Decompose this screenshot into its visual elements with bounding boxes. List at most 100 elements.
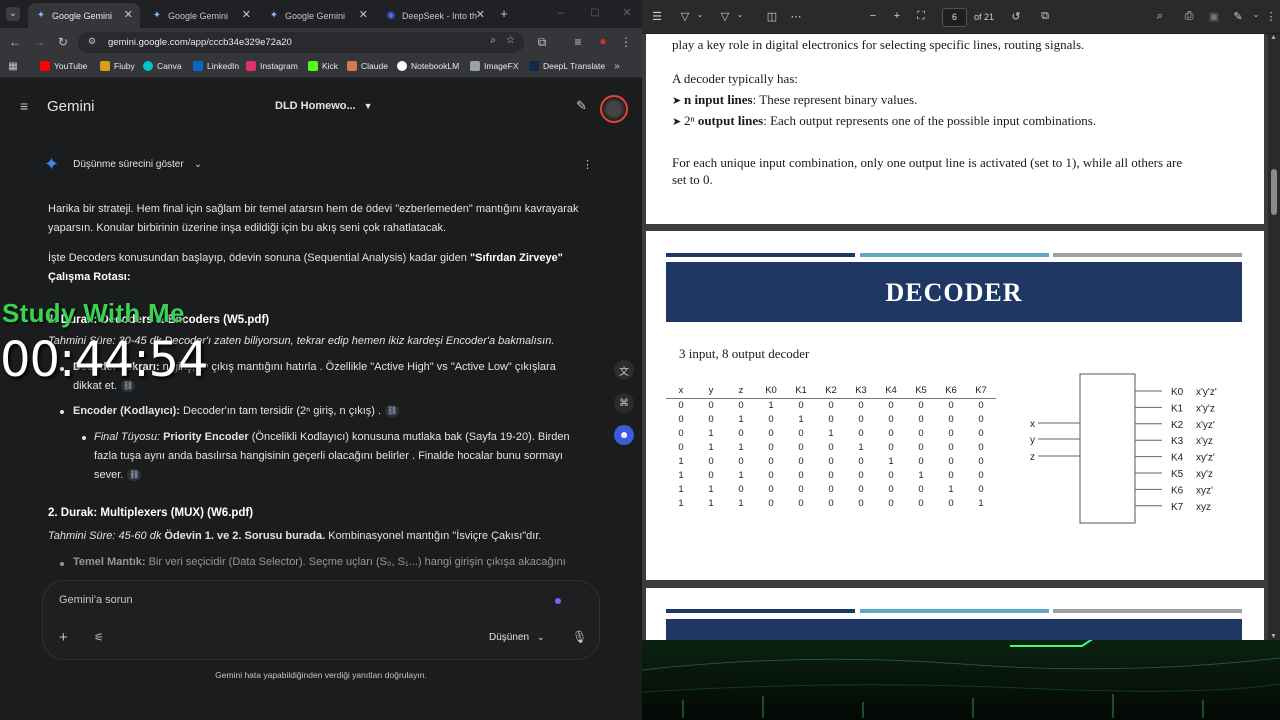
- source-link-icon[interactable]: ⛓: [127, 469, 142, 482]
- bookmark-fiuby[interactable]: Fiuby: [100, 61, 135, 71]
- show-thinking-toggle[interactable]: ✦ Düşünme sürecini göster ⌄: [44, 154, 202, 174]
- bullet-prefix: 2ⁿ: [683, 113, 698, 128]
- output-label: K2: [1171, 420, 1184, 431]
- tab-gemini-1[interactable]: ✦ Google Gemini ✕: [28, 3, 140, 28]
- microphone-icon[interactable]: 🎙: [572, 630, 587, 644]
- stop1-final-tip: Final Tüyosu: Priority Encoder (Öncelikl…: [94, 428, 574, 485]
- contents-icon[interactable]: ☰: [650, 10, 664, 23]
- chevron-down-icon: ▼: [363, 101, 373, 111]
- close-tab-icon[interactable]: ✕: [242, 8, 251, 21]
- bookmark-star-icon[interactable]: ☆: [506, 35, 515, 46]
- url-text: gemini.google.com/app/cccb34e329e72a20: [108, 37, 292, 48]
- edit-icon[interactable]: ✎: [1231, 10, 1245, 23]
- tab-title: DeepSeek - Into th: [402, 10, 478, 21]
- more-options-icon[interactable]: ⋮: [582, 158, 593, 171]
- highlight-icon[interactable]: ▽: [678, 10, 692, 23]
- output-label: K4: [1171, 453, 1184, 464]
- instagram-icon: [246, 61, 256, 71]
- apps-grid-icon[interactable]: ▦: [6, 60, 20, 74]
- zoom-in-icon[interactable]: +: [890, 10, 904, 22]
- page-number-input[interactable]: 6: [942, 8, 967, 27]
- fit-page-icon[interactable]: ⛶: [914, 10, 928, 23]
- tab-gemini-2[interactable]: ✦ Google Gemini ✕: [144, 3, 258, 28]
- chat-title-dropdown[interactable]: DLD Homewo... ▼: [275, 100, 373, 112]
- bookmark-youtube[interactable]: YouTube: [40, 61, 87, 71]
- mode-label: Düşünen: [489, 632, 530, 643]
- address-bar[interactable]: ⚙ gemini.google.com/app/cccb34e329e72a20…: [78, 32, 524, 53]
- profile-icon[interactable]: ●: [596, 34, 610, 48]
- new-tab-icon[interactable]: +: [497, 7, 511, 21]
- bookmark-notebooklm[interactable]: NotebookLM: [397, 61, 459, 71]
- translate-icon[interactable]: 文: [614, 360, 634, 380]
- bookmark-deepl[interactable]: DeepL Translate: [529, 61, 605, 71]
- source-link-icon[interactable]: ⛓: [385, 405, 400, 418]
- scroll-down-icon[interactable]: ▼: [1270, 633, 1277, 640]
- output-label: K5: [1171, 469, 1184, 480]
- model-mode-dropdown[interactable]: Düşünen ⌄: [489, 632, 545, 643]
- extensions-icon[interactable]: ⧉: [535, 35, 549, 49]
- save-icon[interactable]: ▣: [1207, 10, 1221, 23]
- bullet-text: Bir veri seçicidir (Data Selector). Seçm…: [148, 556, 566, 568]
- more-tools-icon[interactable]: ⋯: [789, 10, 803, 23]
- bookmark-label: ImageFX: [484, 61, 519, 71]
- maximize-icon[interactable]: ▢: [588, 6, 602, 20]
- forward-icon[interactable]: →: [32, 35, 46, 49]
- deepseek-favicon-icon: ◉: [386, 10, 396, 21]
- main-menu-icon[interactable]: ≡: [20, 98, 28, 114]
- tab-deepseek[interactable]: ◉ DeepSeek - Into th ✕: [378, 3, 492, 28]
- prompt-box[interactable]: Gemini'a sorun + ⚟ Düşünen ⌄ 🎙: [42, 580, 600, 660]
- gemini-favicon-icon: ✦: [269, 10, 279, 21]
- bookmark-instagram[interactable]: Instagram: [246, 61, 298, 71]
- media-icon[interactable]: ≡: [571, 35, 585, 49]
- chevron-down-icon[interactable]: ⌄: [1249, 10, 1263, 19]
- pdf-menu-icon[interactable]: ⋮: [1264, 10, 1278, 23]
- more-bookmarks-icon[interactable]: »: [610, 60, 624, 74]
- scrollbar-thumb[interactable]: [1271, 169, 1277, 215]
- search-icon[interactable]: ⌕: [1153, 10, 1167, 23]
- window-close-icon[interactable]: ✕: [620, 6, 634, 20]
- bookmark-imagefx[interactable]: ImageFX: [470, 61, 519, 71]
- chevron-down-icon[interactable]: ⌄: [693, 10, 707, 19]
- chevron-down-icon[interactable]: ⌄: [733, 10, 747, 19]
- new-chat-icon[interactable]: ✎: [576, 98, 587, 114]
- reload-icon[interactable]: ↻: [56, 35, 70, 49]
- decoder-diagram: xyz K0 x'y'z' K1 x'y'z K2 x'yz' K3 x'yz K4 xy'z' K5…: [1030, 373, 1217, 524]
- status-dot-icon: [555, 598, 561, 604]
- page-view-icon[interactable]: ◫: [765, 10, 779, 23]
- imagefx-icon: [470, 61, 480, 71]
- close-tab-icon[interactable]: ✕: [124, 8, 133, 21]
- zoom-out-icon[interactable]: −: [866, 10, 880, 22]
- close-tab-icon[interactable]: ✕: [476, 8, 485, 21]
- tab-gemini-3[interactable]: ✦ Google Gemini ✕: [261, 3, 375, 28]
- screen: ⌄ ✦ Google Gemini ✕ ✦ Google Gemini ✕ ✦ …: [0, 0, 1280, 720]
- minimize-icon[interactable]: –: [554, 6, 568, 20]
- draw-icon[interactable]: ▽: [718, 10, 732, 23]
- gemini-favicon-icon: ✦: [36, 10, 46, 21]
- bookmark-kick[interactable]: Kick: [308, 61, 338, 71]
- tools-sliders-icon[interactable]: ⚟: [94, 631, 104, 644]
- disclaimer: Gemini hata yapabildiğinden verdiği yanı…: [215, 670, 427, 680]
- assistant-bubble-icon[interactable]: ☻: [614, 425, 634, 445]
- zoom-icon[interactable]: ⌕: [490, 35, 496, 46]
- bookmark-claude[interactable]: Claude: [347, 61, 388, 71]
- bookmark-linkedin[interactable]: LinkedIn: [193, 61, 239, 71]
- print-icon[interactable]: ⎙: [1182, 10, 1196, 23]
- back-icon[interactable]: ←: [8, 35, 22, 49]
- browser-menu-icon[interactable]: ⋮: [619, 35, 633, 49]
- rotate-icon[interactable]: ↺: [1009, 10, 1023, 23]
- scroll-up-icon[interactable]: ▲: [1270, 34, 1277, 41]
- bookmark-canva[interactable]: Canva: [143, 61, 182, 71]
- close-tab-icon[interactable]: ✕: [359, 8, 368, 21]
- two-page-icon[interactable]: ⧉: [1038, 10, 1052, 23]
- add-attachment-icon[interactable]: +: [59, 629, 68, 646]
- tab-search-icon[interactable]: ⌄: [6, 7, 20, 21]
- tools-icon[interactable]: ⌘: [614, 393, 634, 413]
- site-info-icon[interactable]: ⚙: [88, 36, 96, 47]
- avatar[interactable]: [600, 95, 628, 123]
- chevron-down-icon: ⌄: [193, 158, 203, 170]
- bookmark-label: Fiuby: [114, 61, 135, 71]
- pdf-scrollbar[interactable]: ▲ ▼: [1268, 34, 1280, 640]
- study-overlay-title: Study With Me: [2, 298, 185, 328]
- prompt-input[interactable]: Gemini'a sorun: [59, 594, 133, 606]
- pdf-page-5: play a key role in digital electronics f…: [646, 34, 1264, 224]
